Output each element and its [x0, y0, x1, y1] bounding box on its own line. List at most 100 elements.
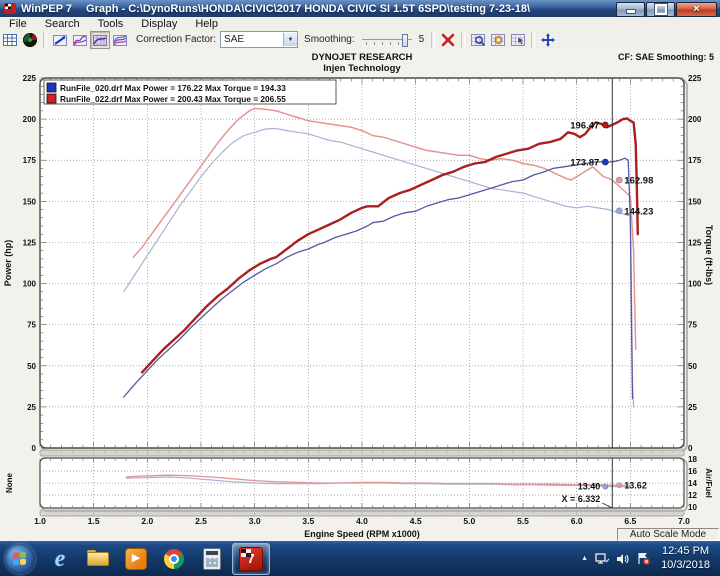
taskbar-item-calculator[interactable]	[194, 544, 230, 574]
calculator-icon	[203, 547, 221, 570]
x-tick-label: 3.0	[249, 516, 261, 526]
legend-label: RunFile_020.drf Max Power = 176.22 Max T…	[60, 83, 286, 93]
y-tick-left: 75	[27, 321, 36, 330]
chrome-icon	[164, 548, 184, 569]
menu-item-help[interactable]: Help	[186, 18, 227, 30]
title-bar[interactable]: WinPEP 7 Graph - C:\DynoRuns\HONDA\CIVIC…	[0, 0, 720, 17]
y-axis-label-left: Power (hp)	[3, 240, 13, 287]
close-run-button[interactable]	[438, 31, 458, 49]
minimize-button[interactable]	[616, 2, 645, 17]
y-tick-right: 125	[688, 238, 702, 247]
taskbar-item-winpep[interactable]: 7	[232, 542, 270, 575]
smoothing-slider[interactable]	[361, 33, 412, 47]
toolbar-separator	[531, 31, 536, 48]
chart-subtitle: Injen Technology	[323, 63, 401, 74]
x-tick-label: 2.5	[195, 516, 207, 526]
graph-single-icon	[53, 34, 67, 46]
legend-swatch	[46, 93, 57, 104]
cursor-dot	[602, 158, 609, 166]
correction-factor-value: SAE	[224, 34, 245, 45]
menu-item-file[interactable]: File	[0, 18, 36, 30]
cursor-value: 173.87	[570, 158, 599, 169]
chevron-down-icon[interactable]: ▼	[283, 33, 298, 46]
graph-panel: DYNOJET RESEARCH Injen Technology CF: SAE …	[0, 49, 720, 541]
smoothing-value: 5	[418, 34, 425, 45]
slider-thumb[interactable]	[401, 33, 408, 47]
windows-logo-icon	[13, 551, 27, 566]
graph-multi-button[interactable]	[110, 31, 130, 49]
media-player-icon: ▶	[125, 547, 147, 570]
x-tick-label: 2.0	[141, 516, 153, 526]
y-tick-right: 175	[688, 156, 702, 165]
chart-corner-note: CF: SAE Smoothing: 5	[618, 52, 714, 62]
taskbar-clock[interactable]: 12:45 PM 10/3/2018	[661, 545, 710, 573]
move-axes-icon	[541, 32, 556, 47]
y-tick-right: 75	[688, 321, 697, 330]
toolbar-separator	[431, 31, 436, 48]
taskbar-item-internet-explorer[interactable]: e	[42, 544, 78, 574]
zoom-mode-button[interactable]	[468, 31, 488, 49]
graph-compare-button[interactable]	[70, 31, 90, 49]
maximize-button[interactable]	[646, 2, 675, 17]
start-button[interactable]	[5, 543, 35, 574]
maximize-icon	[653, 3, 668, 16]
legend-swatch	[46, 82, 57, 93]
table-view-button[interactable]	[0, 31, 20, 49]
clock-time: 12:45 PM	[661, 544, 710, 557]
speaker-icon[interactable]	[616, 553, 630, 565]
toolbar-separator	[43, 31, 47, 48]
close-button[interactable]: ×	[676, 2, 717, 17]
taskbar: e ▶ 7 ▲ 12:45 PM 10/3/2018	[0, 541, 720, 576]
cursor-dot	[616, 207, 623, 215]
cursor-value: 196.47	[570, 120, 599, 131]
cursor-value: 162.98	[624, 175, 653, 186]
minimize-icon	[625, 9, 636, 14]
cursor-value: 144.23	[624, 206, 653, 217]
y-tick-right: 0	[688, 444, 693, 453]
correction-factor-select[interactable]: SAE ▼	[220, 31, 299, 48]
af-y-tick-right: 16	[688, 467, 697, 476]
x-tick-label: 1.5	[88, 516, 100, 526]
af-cursor-value: 13.62	[624, 480, 647, 490]
taskbar-item-media-player[interactable]: ▶	[118, 544, 154, 574]
toolbar-separator	[461, 31, 466, 48]
grid-select-icon	[511, 33, 526, 46]
graph-overlay-button[interactable]	[90, 30, 110, 49]
winpep-app-icon	[4, 3, 16, 14]
menubar: File Search Tools Display Help	[0, 17, 720, 30]
clock-date: 10/3/2018	[661, 558, 710, 571]
correction-factor-label: Correction Factor:	[136, 34, 217, 45]
af-cursor-dot	[602, 483, 609, 490]
move-axes-button[interactable]	[538, 31, 558, 49]
pan-mode-button[interactable]	[488, 31, 508, 49]
graph-overlay-icon	[93, 34, 107, 46]
graph-compare-icon	[73, 34, 87, 46]
main-plot-frame	[39, 77, 685, 449]
network-icon[interactable]	[595, 552, 610, 565]
y-tick-right: 50	[688, 362, 697, 371]
af-y-tick-right: 14	[688, 479, 697, 488]
x-tick-label: 3.5	[302, 516, 314, 526]
menu-item-tools[interactable]: Tools	[89, 18, 133, 30]
graph-single-button[interactable]	[50, 31, 70, 49]
y-tick-left: 150	[23, 197, 37, 206]
table-icon	[3, 33, 17, 46]
legend-label: RunFile_022.drf Max Power = 200.43 Max T…	[60, 94, 286, 104]
menu-item-search[interactable]: Search	[36, 18, 89, 30]
y-tick-right: 225	[688, 74, 702, 83]
taskbar-item-chrome[interactable]	[156, 544, 192, 574]
y-tick-left: 25	[27, 403, 36, 412]
x-tick-label: 4.0	[356, 516, 368, 526]
folder-icon	[87, 550, 109, 567]
globe-button[interactable]	[20, 31, 40, 49]
af-y-tick-right: 18	[688, 455, 697, 464]
cursor-dot	[616, 176, 623, 184]
action-center-flag-icon[interactable]	[637, 552, 650, 565]
y-axis-label-right: Torque (ft-lbs)	[704, 225, 714, 285]
tray-expand-icon[interactable]: ▲	[581, 555, 588, 562]
x-tick-label: 5.5	[517, 516, 529, 526]
y-tick-left: 0	[32, 444, 37, 453]
select-mode-button[interactable]	[508, 31, 528, 49]
menu-item-display[interactable]: Display	[132, 18, 186, 30]
taskbar-item-file-explorer[interactable]	[80, 544, 116, 574]
